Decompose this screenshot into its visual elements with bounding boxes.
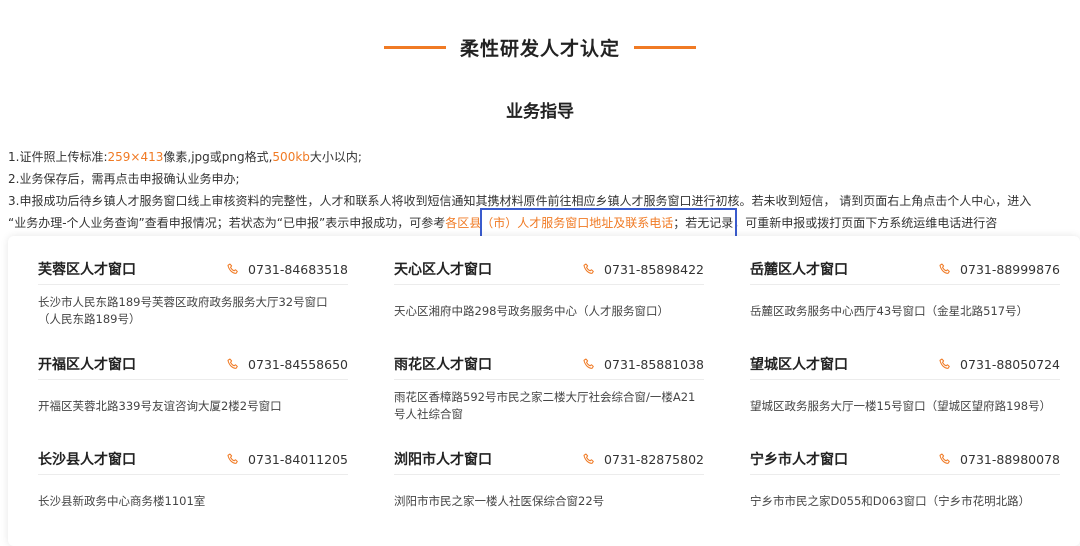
photo-size-value: 259×413 <box>107 150 164 164</box>
link-highlight-box <box>480 208 737 239</box>
window-name: 芙蓉区人才窗口 <box>38 262 136 278</box>
guide-line-1-text: 1.证件照上传标准: <box>8 150 108 164</box>
window-card-header: 宁乡市人才窗口 0731-88980078 <box>750 444 1060 475</box>
window-address-text: 长沙市人民东路189号芙蓉区政府政务服务大厅32号窗口（人民东路189号） <box>38 295 328 326</box>
window-list-panel: 芙蓉区人才窗口 0731-84683518 长沙市人民东路189号芙蓉区政府政务服务… <box>8 236 1080 546</box>
window-name: 开福区人才窗口 <box>38 357 136 373</box>
window-card: 宁乡市人才窗口 0731-88980078 宁乡市市民之家D055和D063窗口（宁… <box>750 444 1060 521</box>
window-card: 天心区人才窗口 0731-85898422 天心区湘府中路298号政务服务中心（人才… <box>394 254 704 331</box>
window-address-text: 望城区政务服务大厅一楼15号窗口（望城区望府路198号） <box>750 398 1052 413</box>
page-title-bar: 柔性研发人才认定 <box>0 30 1080 64</box>
window-address-text: 岳麓区政务服务中心西厅43号窗口（金星北路517号） <box>750 303 1029 318</box>
window-phone-number: 0731-84683518 <box>248 261 348 277</box>
window-address-text: 雨花区香樟路592号市民之家二楼大厅社会综合窗/一楼A21号人社综合窗 <box>394 390 696 421</box>
window-address: 岳麓区政务服务中心西厅43号窗口（金星北路517号） <box>750 291 1060 331</box>
phone-icon <box>583 358 594 369</box>
window-card-header: 芙蓉区人才窗口 0731-84683518 <box>38 254 348 285</box>
window-card: 雨花区人才窗口 0731-85881038 雨花区香樟路592号市民之家二楼大厅社会… <box>394 349 704 426</box>
window-address-text: 天心区湘府中路298号政务服务中心（人才服务窗口） <box>394 303 669 318</box>
window-address: 雨花区香樟路592号市民之家二楼大厅社会综合窗/一楼A21号人社综合窗 <box>394 386 704 426</box>
window-card-header: 雨花区人才窗口 0731-85881038 <box>394 349 704 380</box>
window-card: 开福区人才窗口 0731-84558650 开福区芙蓉北路339号友谊咨询大厦2楼2… <box>38 349 348 426</box>
window-phone-number: 0731-85898422 <box>604 261 704 277</box>
window-address-text: 开福区芙蓉北路339号友谊咨询大厦2楼2号窗口 <box>38 398 282 413</box>
window-card: 望城区人才窗口 0731-88050724 望城区政务服务大厅一楼15号窗口（望城区… <box>750 349 1060 426</box>
title-right-rule <box>634 45 696 49</box>
phone-icon <box>583 263 594 274</box>
window-phone: 0731-84558650 <box>226 357 348 372</box>
window-phone: 0731-88999876 <box>938 262 1060 277</box>
window-card-header: 开福区人才窗口 0731-84558650 <box>38 349 348 380</box>
window-card-header: 岳麓区人才窗口 0731-88999876 <box>750 254 1060 285</box>
window-phone-number: 0731-88980078 <box>960 451 1060 467</box>
window-card-header: 浏阳市人才窗口 0731-82875802 <box>394 444 704 475</box>
window-phone: 0731-84011205 <box>226 452 348 467</box>
window-phone: 0731-88050724 <box>938 357 1060 372</box>
window-card-header: 望城区人才窗口 0731-88050724 <box>750 349 1060 380</box>
window-card-header: 长沙县人才窗口 0731-84011205 <box>38 444 348 475</box>
window-address: 长沙市人民东路189号芙蓉区政府政务服务大厅32号窗口（人民东路189号） <box>38 291 348 331</box>
phone-icon <box>939 358 950 369</box>
guide-line-1: 1.证件照上传标准:259×413像素,jpg或png格式,500kb大小以内; <box>8 146 1076 168</box>
window-phone-number: 0731-82875802 <box>604 451 704 467</box>
file-size-value: 500kb <box>272 150 310 164</box>
phone-icon <box>939 453 950 464</box>
window-address: 望城区政务服务大厅一楼15号窗口（望城区望府路198号） <box>750 386 1060 426</box>
window-phone: 0731-88980078 <box>938 452 1060 467</box>
window-name: 浏阳市人才窗口 <box>394 452 492 468</box>
section-subtitle: 业务指导 <box>506 102 574 122</box>
window-phone-number: 0731-88999876 <box>960 261 1060 277</box>
window-address: 宁乡市市民之家D055和D063窗口（宁乡市花明北路） <box>750 481 1060 521</box>
window-card: 浏阳市人才窗口 0731-82875802 浏阳市市民之家一楼人社医保综合窗22号 <box>394 444 704 521</box>
phone-icon <box>583 453 594 464</box>
window-name: 宁乡市人才窗口 <box>750 452 848 468</box>
window-card: 芙蓉区人才窗口 0731-84683518 长沙市人民东路189号芙蓉区政府政务服务… <box>38 254 348 331</box>
window-address: 长沙县新政务中心商务楼1101室 <box>38 481 348 521</box>
window-phone: 0731-85881038 <box>582 357 704 372</box>
window-phone-number: 0731-85881038 <box>604 356 704 372</box>
guide-line-1-end: 大小以内; <box>309 150 362 164</box>
window-address: 天心区湘府中路298号政务服务中心（人才服务窗口） <box>394 291 704 331</box>
window-name: 岳麓区人才窗口 <box>750 262 848 278</box>
window-name: 雨花区人才窗口 <box>394 357 492 373</box>
title-left-rule <box>383 45 446 49</box>
window-name: 望城区人才窗口 <box>750 357 848 373</box>
window-address-text: 长沙县新政务中心商务楼1101室 <box>38 493 206 508</box>
window-name: 天心区人才窗口 <box>394 262 492 278</box>
guide-line-2: 2.业务保存后，需再点击申报确认业务申办; <box>8 172 240 186</box>
phone-icon <box>227 453 238 464</box>
window-address-text: 宁乡市市民之家D055和D063窗口（宁乡市花明北路） <box>750 493 1031 508</box>
page-title: 柔性研发人才认定 <box>459 37 620 60</box>
phone-icon <box>227 263 238 274</box>
window-phone: 0731-85898422 <box>582 262 704 277</box>
window-card: 岳麓区人才窗口 0731-88999876 岳麓区政务服务中心西厅43号窗口（金星北… <box>750 254 1060 331</box>
window-name: 长沙县人才窗口 <box>38 452 136 468</box>
window-phone-number: 0731-84011205 <box>248 451 348 467</box>
guide-line-4-text: “业务办理-个人业务查询”查看申报情况；若状态为“已申报”表示申报成功，可参考 <box>8 216 446 230</box>
window-phone-number: 0731-88050724 <box>960 356 1060 372</box>
guide-line-1-format: 像素,jpg或png格式, <box>163 150 273 164</box>
window-card-header: 天心区人才窗口 0731-85898422 <box>394 254 704 285</box>
window-address: 开福区芙蓉北路339号友谊咨询大厦2楼2号窗口 <box>38 386 348 426</box>
window-phone-number: 0731-84558650 <box>248 356 348 372</box>
window-address: 浏阳市市民之家一楼人社医保综合窗22号 <box>394 481 704 521</box>
phone-icon <box>227 358 238 369</box>
window-phone: 0731-82875802 <box>582 452 704 467</box>
phone-icon <box>939 263 950 274</box>
window-address-text: 浏阳市市民之家一楼人社医保综合窗22号 <box>394 493 605 508</box>
window-phone: 0731-84683518 <box>226 262 348 277</box>
window-card: 长沙县人才窗口 0731-84011205 长沙县新政务中心商务楼1101室 <box>38 444 348 521</box>
